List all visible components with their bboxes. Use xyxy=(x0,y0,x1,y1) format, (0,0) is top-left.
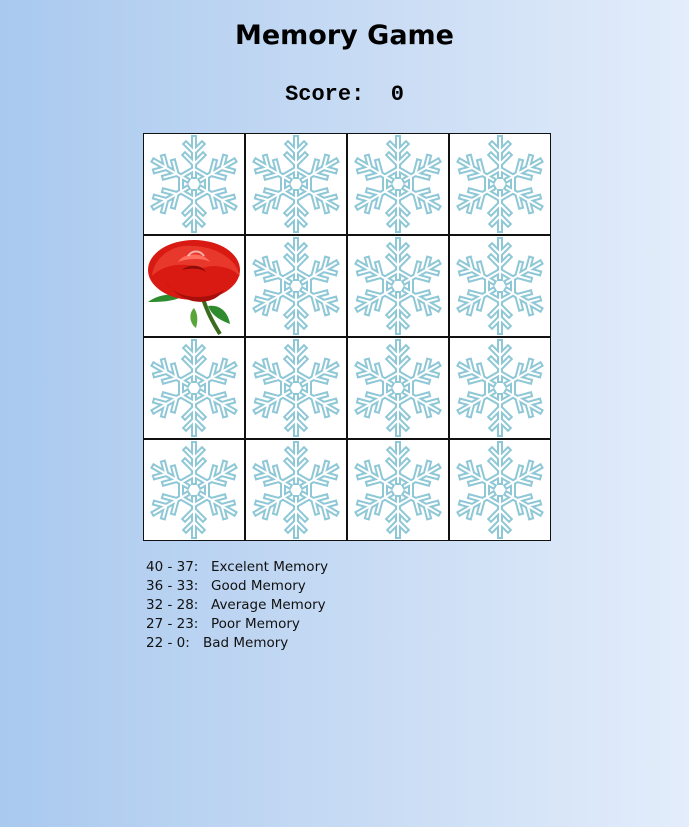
legend-range: 32 - 28: xyxy=(146,597,199,613)
memory-card[interactable] xyxy=(143,235,245,337)
memory-card[interactable] xyxy=(143,439,245,541)
memory-card[interactable] xyxy=(347,337,449,439)
legend-range: 27 - 23: xyxy=(146,616,199,632)
score-legend: 40 - 37: Excelent Memory 36 - 33: Good Mem… xyxy=(146,558,328,653)
memory-card[interactable] xyxy=(245,439,347,541)
memory-card[interactable] xyxy=(449,439,551,541)
legend-label: Poor Memory xyxy=(211,616,300,632)
legend-row: 27 - 23: Poor Memory xyxy=(146,615,328,634)
memory-card[interactable] xyxy=(347,235,449,337)
memory-card[interactable] xyxy=(347,133,449,235)
memory-card[interactable] xyxy=(347,439,449,541)
legend-row: 36 - 33: Good Memory xyxy=(146,577,328,596)
legend-label: Excelent Memory xyxy=(211,559,329,575)
memory-card[interactable] xyxy=(449,133,551,235)
score-label: Score: xyxy=(285,82,365,107)
legend-row: 40 - 37: Excelent Memory xyxy=(146,558,328,577)
legend-range: 36 - 33: xyxy=(146,578,199,594)
page-title: Memory Game xyxy=(234,20,454,51)
legend-label: Bad Memory xyxy=(203,635,289,651)
score-value: 0 xyxy=(390,82,404,107)
game-board xyxy=(143,133,551,541)
memory-card[interactable] xyxy=(143,133,245,235)
memory-card[interactable] xyxy=(245,235,347,337)
score-display: Score: 0 xyxy=(0,82,689,107)
legend-row: 22 - 0: Bad Memory xyxy=(146,634,328,653)
legend-range: 22 - 0: xyxy=(146,635,190,651)
memory-card[interactable] xyxy=(449,337,551,439)
memory-card[interactable] xyxy=(245,133,347,235)
legend-row: 32 - 28: Average Memory xyxy=(146,596,328,615)
memory-card[interactable] xyxy=(449,235,551,337)
legend-label: Good Memory xyxy=(211,578,306,594)
legend-label: Average Memory xyxy=(211,597,326,613)
memory-card[interactable] xyxy=(143,337,245,439)
legend-range: 40 - 37: xyxy=(146,559,199,575)
memory-card[interactable] xyxy=(245,337,347,439)
